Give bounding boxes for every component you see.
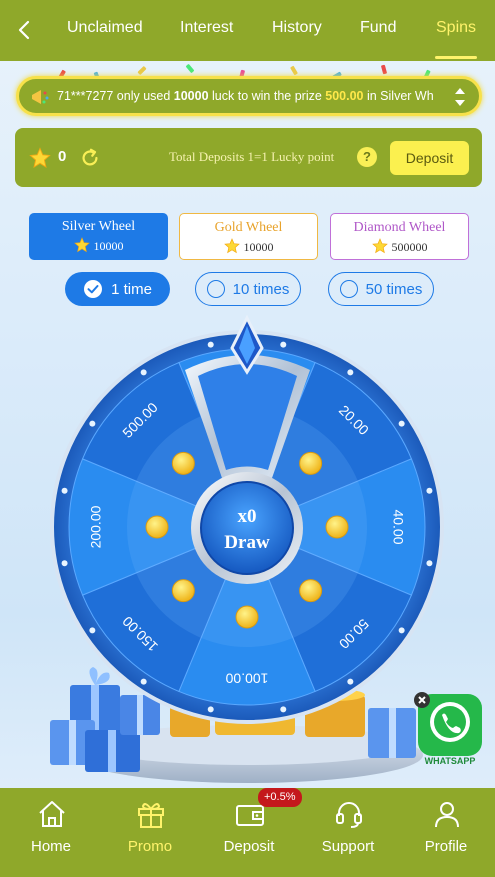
radio-icon	[339, 280, 358, 298]
wheel-name: Diamond Wheel	[353, 220, 446, 235]
draw-text[interactable]: Draw	[224, 532, 270, 553]
rim-light	[140, 369, 147, 376]
horn-icon	[32, 90, 49, 104]
coin-icon	[171, 579, 195, 603]
coin-icon	[171, 451, 195, 475]
radio-icon	[206, 280, 225, 298]
luck-amount: 10000	[173, 89, 209, 103]
coin-icon	[299, 451, 323, 475]
rim-light	[61, 560, 68, 567]
nav-label: Home	[30, 838, 71, 855]
gold-wheel-card[interactable]: Gold Wheel 10000	[179, 213, 318, 260]
gift-box-right	[368, 708, 416, 758]
chevron-left-icon	[18, 20, 30, 40]
nav-label: Promo	[127, 838, 173, 855]
rim-light	[347, 678, 354, 685]
refresh-icon[interactable]	[79, 147, 101, 169]
marquee-text-2: luck to win the prize	[208, 89, 326, 103]
tab-fund[interactable]: Fund	[360, 19, 396, 37]
nav-profile[interactable]: Profile	[401, 788, 491, 877]
wheel-cost-value: 500000	[391, 240, 428, 254]
deposit-bonus-badge: +0.5%	[258, 788, 302, 807]
check-circle-icon	[84, 280, 103, 298]
marquee-text-3: in Silver Wh	[363, 89, 434, 103]
coin-icon	[299, 579, 323, 603]
wheel-cost: 10000	[29, 237, 168, 254]
marquee-text: 71***7277 only used 10000 luck to win th…	[57, 89, 457, 103]
tab-unclaimed[interactable]: Unclaimed	[67, 19, 143, 37]
bottom-nav: Home Promo Deposit Support Profile	[0, 788, 495, 877]
winner-marquee: 71***7277 only used 10000 luck to win th…	[16, 76, 482, 116]
active-tab-indicator	[435, 56, 477, 59]
tab-spins[interactable]: Spins	[436, 19, 476, 37]
wheel-cost: 10000	[180, 238, 317, 255]
wheel-cost: 500000	[331, 238, 468, 255]
lucky-points-value: 0	[58, 148, 67, 165]
lucky-points-bar: 0 Total Deposits 1=1 Lucky point ? Depos…	[15, 128, 482, 187]
rim-light	[347, 369, 354, 376]
nav-promo[interactable]: Promo	[105, 788, 195, 877]
rim-light	[426, 560, 433, 567]
nav-label: Profile	[424, 838, 468, 855]
silver-wheel-card[interactable]: Silver Wheel 10000	[29, 213, 168, 260]
draw-button[interactable]	[200, 481, 294, 575]
star-icon	[29, 147, 51, 168]
whatsapp-label: WHATSAPP	[425, 756, 476, 766]
winner-user: 71***7277	[57, 89, 114, 103]
rim-light	[280, 706, 287, 713]
deposit-button[interactable]: Deposit	[390, 141, 469, 175]
option-label: 1 time	[111, 280, 152, 298]
home-icon	[39, 801, 65, 827]
nav-label: Deposit	[223, 838, 275, 855]
deposit-info-text: Total Deposits 1=1 Lucky point	[169, 149, 335, 164]
rim-light	[207, 341, 214, 348]
headset-icon	[336, 802, 362, 828]
back-button[interactable]	[12, 17, 36, 43]
multiplier-text: x0	[238, 506, 257, 527]
wheel-cost-value: 10000	[243, 240, 274, 254]
rim-light	[398, 420, 405, 427]
wheel-cost-value: 10000	[93, 239, 124, 253]
marquee-text-1: only used	[113, 89, 174, 103]
prize-label: 100.00	[225, 670, 268, 686]
wheel-name: Gold Wheel	[214, 220, 283, 235]
rim-light	[398, 627, 405, 634]
diamond-wheel-card[interactable]: Diamond Wheel 500000	[330, 213, 469, 260]
nav-home[interactable]: Home	[6, 788, 96, 877]
tab-interest[interactable]: Interest	[180, 19, 233, 37]
rim-light	[207, 706, 214, 713]
coin-icon	[235, 605, 259, 629]
coin-icon	[145, 515, 169, 539]
star-icon	[73, 237, 90, 253]
star-icon	[223, 238, 240, 254]
gift-icon	[138, 803, 164, 828]
scroll-arrows-icon[interactable]	[453, 84, 467, 110]
user-icon	[435, 802, 459, 828]
rim-light	[426, 487, 433, 494]
nav-label: Support	[321, 838, 375, 855]
help-icon[interactable]: ?	[357, 147, 377, 167]
prize-label: 200.00	[88, 505, 104, 548]
whatsapp-button[interactable]: WHATSAPP	[414, 690, 486, 768]
option-label: 10 times	[232, 280, 290, 298]
prize-amount: 500.00	[325, 89, 364, 103]
tab-history[interactable]: History	[272, 19, 322, 37]
star-icon	[371, 238, 388, 254]
rim-light	[61, 487, 68, 494]
prize-label: 40.00	[390, 509, 406, 544]
rim-light	[140, 678, 147, 685]
wheel-name: Silver Wheel	[61, 219, 136, 234]
top-nav: Unclaimed Interest History Fund Spins	[0, 0, 495, 61]
rim-light	[89, 420, 96, 427]
nav-support[interactable]: Support	[303, 788, 393, 877]
rim-light	[280, 341, 287, 348]
coin-icon	[325, 515, 349, 539]
rim-light	[89, 627, 96, 634]
option-label: 50 times	[365, 280, 423, 298]
